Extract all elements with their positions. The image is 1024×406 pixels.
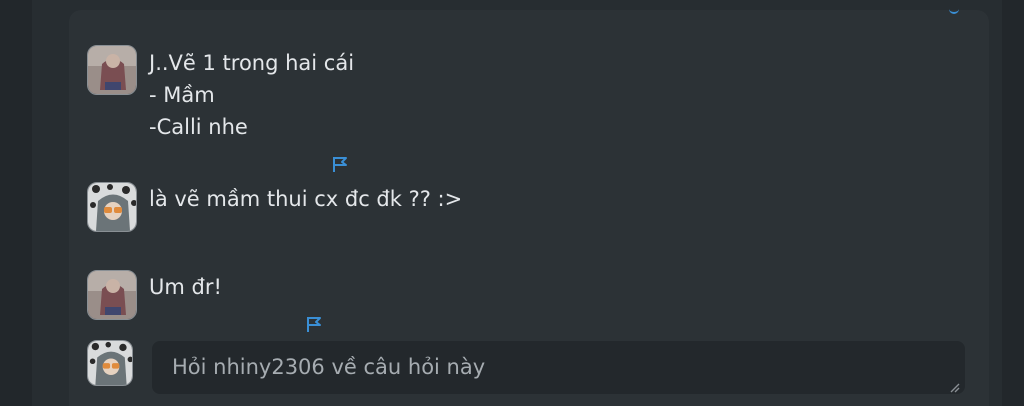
flag-icon[interactable] (264, 118, 347, 172)
comment-line: -Calli nhe (149, 111, 354, 172)
reply-input[interactable]: Hỏi nhiny2306 về câu hỏi này (152, 341, 965, 394)
comment-item: là vẽ mầm thui cx đc đk ?? :> (87, 182, 462, 232)
page: J..Vẽ 1 trong hai cái - Mầm -Calli nhe l… (0, 0, 1024, 406)
comment-line: Um đr! (149, 271, 321, 332)
comment-line-text: Um đr! (149, 275, 222, 299)
comment-line: là vẽ mầm thui cx đc đk ?? :> (149, 187, 463, 211)
right-gutter (1002, 0, 1024, 406)
current-user-avatar[interactable] (87, 340, 133, 386)
avatar[interactable] (87, 45, 137, 95)
flag-icon[interactable] (238, 278, 321, 332)
collapse-icon[interactable] (949, 4, 959, 14)
comment-line: - Mầm (149, 83, 215, 107)
reply-row (87, 340, 133, 386)
comment-line-text: -Calli nhe (149, 115, 248, 139)
left-gutter (0, 0, 32, 406)
avatar[interactable] (87, 270, 137, 320)
reply-placeholder: Hỏi nhiny2306 về câu hỏi này (172, 355, 486, 379)
comment-item: J..Vẽ 1 trong hai cái - Mầm -Calli nhe (87, 45, 355, 172)
avatar[interactable] (87, 182, 137, 232)
comment-line: J..Vẽ 1 trong hai cái (149, 51, 355, 75)
comment-item: Um đr! (87, 270, 321, 332)
resize-handle-icon[interactable] (948, 378, 960, 393)
